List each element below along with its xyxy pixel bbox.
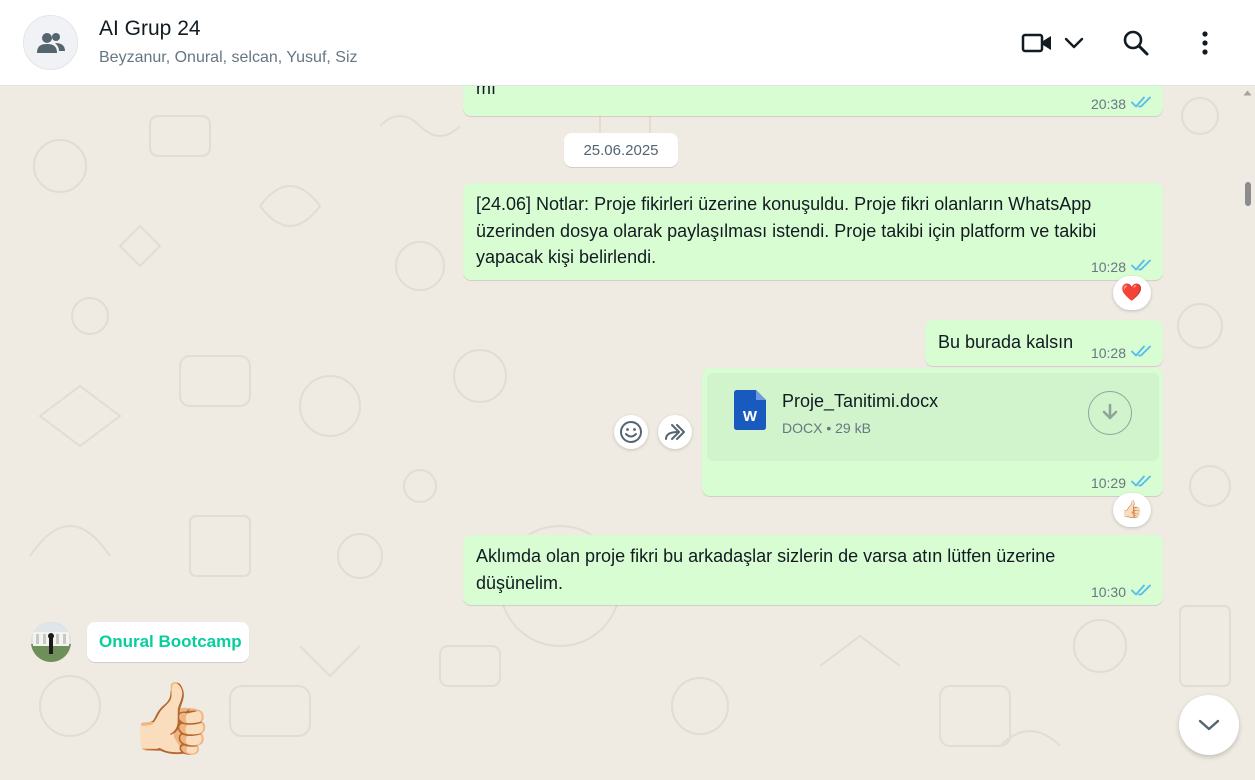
message-meta: 10:29 — [1091, 474, 1153, 491]
read-ticks-icon — [1131, 95, 1153, 112]
sender-name-chip[interactable]: Onural Bootcamp — [87, 622, 249, 662]
message-time: 20:38 — [1090, 95, 1126, 112]
document-attachment[interactable]: W Proje_Tanitimi.docx DOCX • 29 kB — [707, 373, 1159, 461]
read-ticks-icon — [1131, 344, 1153, 361]
thumbs-up-reaction-icon[interactable]: 👍🏻 — [1113, 493, 1151, 527]
scroll-to-bottom-button[interactable] — [1179, 695, 1239, 755]
message-meta: 20:38 — [1091, 95, 1153, 112]
forward-icon[interactable] — [658, 415, 692, 449]
message-text: [24.06] Notlar: Proje fikirleri üzerine … — [476, 194, 1097, 267]
message-time: 10:28 — [1090, 344, 1126, 361]
message-bubble-outgoing[interactable]: mı 20:38 — [463, 86, 1163, 116]
message-text: Bu burada kalsın — [938, 332, 1074, 352]
message-time: 10:28 — [1090, 258, 1126, 275]
document-type: DOCX — [782, 420, 823, 436]
document-info: DOCX • 29 kB — [782, 420, 871, 436]
document-size: 29 kB — [835, 420, 871, 436]
message-meta: 10:28 — [1091, 344, 1153, 361]
read-ticks-icon — [1131, 474, 1153, 491]
message-bubble-outgoing[interactable]: Bu burada kalsın 10:28 — [925, 320, 1163, 366]
thumbs-up-sticker[interactable]: 👍🏻 — [128, 678, 215, 758]
message-list[interactable]: mı 20:38 25.06.2025 [24.06] Notlar: Proj… — [0, 86, 1255, 780]
message-bubble-outgoing[interactable]: [24.06] Notlar: Proje fikirleri üzerine … — [463, 183, 1163, 280]
emoji-react-icon[interactable] — [614, 415, 648, 449]
chevron-down-icon[interactable] — [1060, 30, 1088, 56]
scroll-up-arrow-icon[interactable] — [1243, 90, 1252, 96]
group-members[interactable]: Beyzanur, Onural, selcan, Yusuf, Siz — [99, 49, 358, 67]
message-bubble-outgoing[interactable]: Aklımda olan proje fikri bu arkadaşlar s… — [463, 535, 1163, 605]
chat-header: AI Grup 24 Beyzanur, Onural, selcan, Yus… — [0, 0, 1255, 86]
sender-avatar[interactable] — [31, 622, 71, 662]
search-icon[interactable] — [1120, 27, 1152, 59]
document-name: Proje_Tanitimi.docx — [782, 391, 939, 411]
download-icon[interactable] — [1088, 391, 1132, 435]
group-avatar-icon[interactable] — [23, 15, 78, 70]
message-meta: 10:28 — [1091, 258, 1153, 275]
svg-text:W: W — [743, 408, 758, 425]
chat-title[interactable]: AI Grup 24 — [99, 17, 201, 41]
read-ticks-icon — [1131, 258, 1153, 275]
word-document-icon: W — [734, 390, 766, 430]
sender-name[interactable]: Onural Bootcamp — [99, 632, 242, 652]
message-text: mı — [476, 86, 496, 98]
message-meta: 10:30 — [1091, 583, 1153, 600]
heart-reaction-icon[interactable]: ❤️ — [1113, 276, 1151, 310]
read-ticks-icon — [1131, 583, 1153, 600]
video-call-icon[interactable] — [1018, 28, 1056, 58]
message-time: 10:29 — [1090, 474, 1126, 491]
message-text: Aklımda olan proje fikri bu arkadaşlar s… — [476, 546, 1056, 593]
scrollbar-thumb[interactable] — [1245, 182, 1251, 206]
date-separator: 25.06.2025 — [564, 133, 678, 167]
message-time: 10:30 — [1090, 583, 1126, 600]
menu-icon[interactable] — [1190, 27, 1220, 59]
